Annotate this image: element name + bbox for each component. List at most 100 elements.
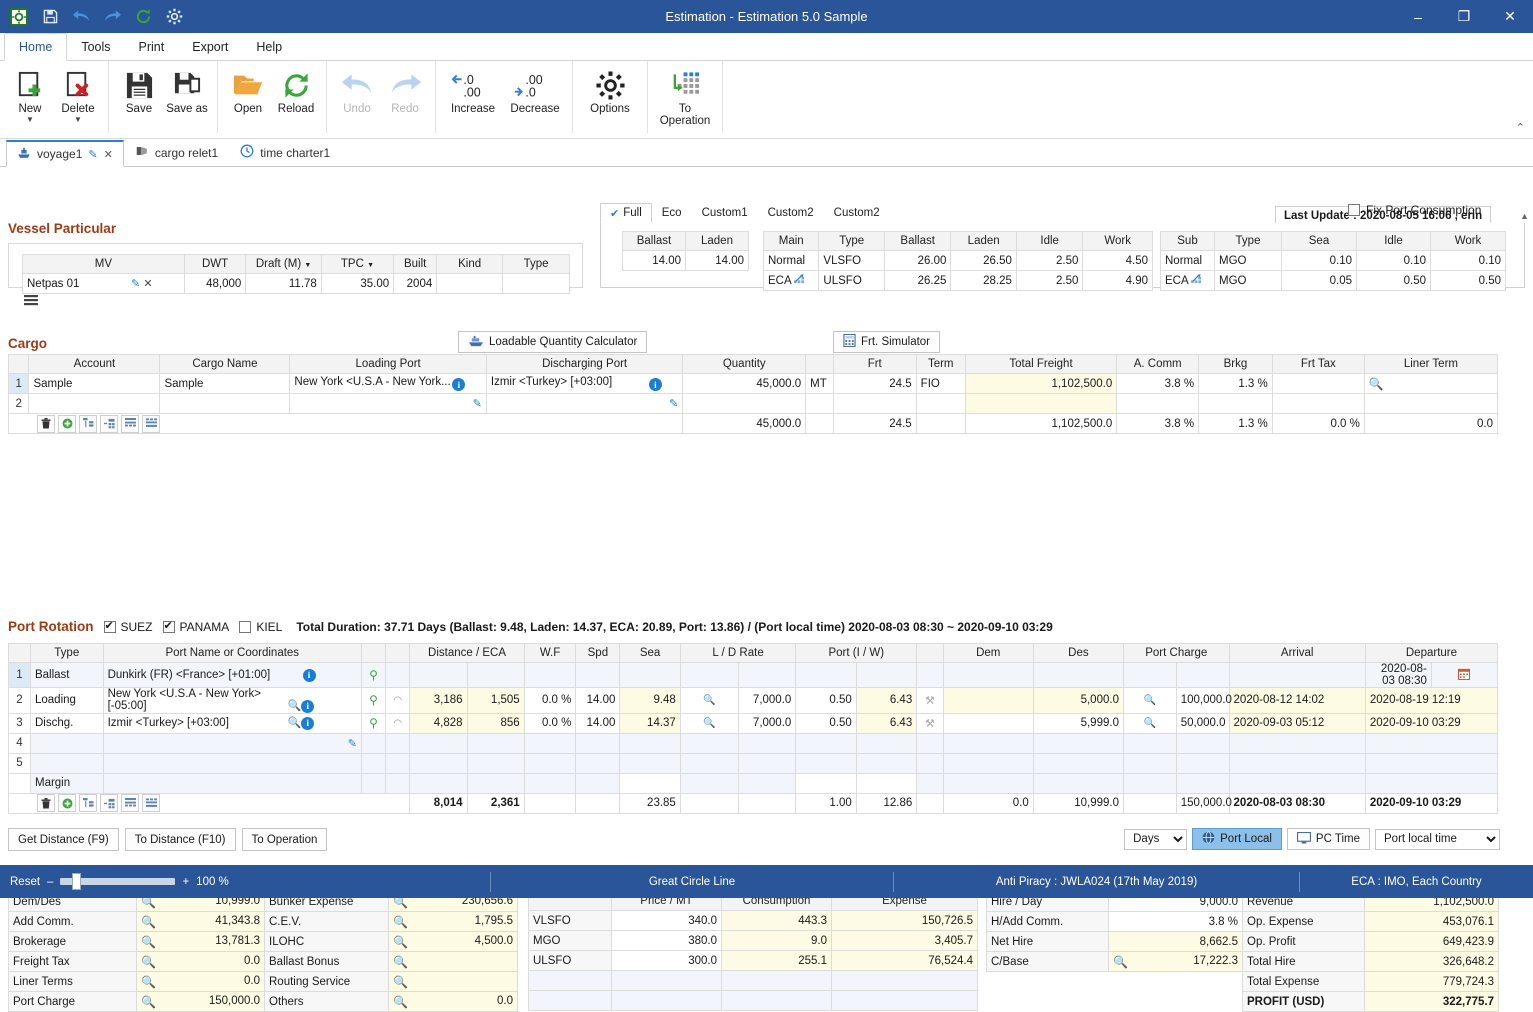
cell-discharging-port[interactable]: Izmir <Turkey> [+03:00] i xyxy=(485,373,684,394)
new-button[interactable]: New ▼ xyxy=(6,63,54,124)
cell-port-charge[interactable] xyxy=(1175,732,1230,754)
cell-pc-search[interactable] xyxy=(1122,662,1177,688)
cell-main-ballast[interactable]: 26.00 xyxy=(883,250,952,271)
map-pin-icon[interactable]: ⚲ xyxy=(369,668,378,682)
ribbon-collapse-icon[interactable]: ⌃ xyxy=(1516,121,1525,134)
minimize-button[interactable]: – xyxy=(1395,0,1441,33)
unit-select[interactable]: Days xyxy=(1124,828,1188,850)
cell-port-i[interactable] xyxy=(795,752,857,774)
cell-ld-search[interactable] xyxy=(679,732,739,754)
delete-row-icon[interactable] xyxy=(37,414,55,433)
cell-arrival[interactable] xyxy=(1228,732,1366,754)
crane-icon[interactable]: ⚒ xyxy=(925,695,935,707)
cell-distance[interactable] xyxy=(409,752,468,774)
reload-button[interactable]: Reload xyxy=(272,63,320,115)
cell-unit[interactable]: MT xyxy=(805,373,834,394)
cell-des[interactable] xyxy=(1032,662,1124,688)
cell-port-i[interactable]: 0.50 xyxy=(795,687,857,714)
col-draft[interactable]: Draft (M) ▼ xyxy=(245,254,322,274)
loadable-quantity-calculator-button[interactable]: Loadable Quantity Calculator xyxy=(458,331,648,353)
consumption-tab-eco[interactable]: Eco xyxy=(652,203,692,223)
cell-gauge[interactable]: ◠ xyxy=(385,712,411,734)
cell-port-name[interactable]: New York <U.S.A - New York> [-05:00] 🔍 i xyxy=(102,687,362,714)
app-logo-icon[interactable] xyxy=(9,7,29,27)
cell-port-w[interactable]: 6.43 xyxy=(855,712,918,734)
cell-a-comm[interactable]: 3.8 % xyxy=(1116,373,1200,394)
cell-wf[interactable] xyxy=(523,662,577,688)
cell-main-idle-eca[interactable]: 2.50 xyxy=(1015,270,1084,291)
info-icon[interactable]: i xyxy=(302,668,316,682)
undo-button[interactable]: Undo xyxy=(333,63,381,115)
insert-above-icon[interactable] xyxy=(121,794,139,812)
delete-caret-icon[interactable]: ▼ xyxy=(74,116,82,124)
value-h-add-comm[interactable]: 3.8 % xyxy=(1108,911,1243,932)
to-operation-button-lower[interactable]: To Operation xyxy=(241,828,328,851)
checkbox-box[interactable] xyxy=(1348,204,1360,216)
cell-price[interactable]: 340.0 xyxy=(611,910,722,931)
cell-pc-search[interactable]: 🔍 xyxy=(1122,687,1177,714)
cell-pc-search[interactable] xyxy=(1122,752,1177,774)
cell-sea[interactable] xyxy=(619,772,681,794)
delete-button[interactable]: Delete ▼ xyxy=(54,63,102,124)
search-icon[interactable]: 🔍 xyxy=(141,935,156,949)
get-distance-button[interactable]: Get Distance (F9) xyxy=(8,828,119,851)
cell-departure[interactable]: 2020-09-10 03:29 xyxy=(1364,712,1499,734)
time-reference-select[interactable]: Port local time xyxy=(1375,828,1500,850)
cell-consumption[interactable] xyxy=(721,970,832,991)
cell-expense[interactable] xyxy=(831,970,978,991)
edit-pencil-icon[interactable]: ✎ xyxy=(88,148,97,161)
search-icon[interactable]: 🔍 xyxy=(1144,695,1156,706)
add-row-icon[interactable] xyxy=(58,794,76,812)
cell-port-w[interactable] xyxy=(855,752,918,774)
map-pin-icon[interactable]: ⚲ xyxy=(369,693,378,707)
cell-sub-sea-eca[interactable]: 0.05 xyxy=(1281,270,1357,291)
frt-simulator-button[interactable]: Frt. Simulator xyxy=(833,331,941,353)
canal-kiel-checkbox[interactable]: KIEL xyxy=(239,620,282,634)
cell-consumption[interactable]: 9.0 xyxy=(721,930,832,951)
anti-piracy-label[interactable]: Anti Piracy : JWLA024 (17th May 2019) xyxy=(894,876,1299,888)
search-icon[interactable]: 🔍 xyxy=(141,955,156,969)
calendar-icon[interactable] xyxy=(1458,668,1471,683)
cell-speed-laden[interactable]: 14.00 xyxy=(685,250,749,271)
cell-sea[interactable]: 9.48 xyxy=(619,687,681,714)
close-icon[interactable]: ✕ xyxy=(104,148,113,161)
cell-eca[interactable] xyxy=(466,732,525,754)
cell-sea[interactable] xyxy=(619,662,681,688)
cell-dwt[interactable]: 48,000 xyxy=(183,273,247,294)
cell-sub-idle[interactable]: 0.10 xyxy=(1356,250,1431,271)
to-distance-button[interactable]: To Distance (F10) xyxy=(124,828,236,851)
insert-above-icon[interactable] xyxy=(121,414,139,433)
cell-brkg[interactable]: 1.3 % xyxy=(1198,373,1273,394)
cell-eca[interactable]: 856 xyxy=(466,712,525,734)
cell-ld-rate[interactable] xyxy=(737,662,797,688)
doc-tab-time-charter1[interactable]: time charter1 xyxy=(229,139,341,166)
cell-sub-type-eca[interactable]: MGO xyxy=(1214,270,1282,291)
value-ballast-bonus[interactable]: 🔍 xyxy=(388,951,518,972)
cell-total-freight[interactable]: 1,102,500.0 xyxy=(964,373,1118,394)
save-button[interactable]: Save xyxy=(115,63,163,115)
cell-eca[interactable]: 1,505 xyxy=(466,687,525,714)
cell-map-pin[interactable]: ⚲ xyxy=(360,687,387,714)
cell-port-w[interactable] xyxy=(855,772,918,794)
search-icon[interactable]: 🔍 xyxy=(1369,377,1384,391)
cell-main-work-eca[interactable]: 4.90 xyxy=(1082,270,1153,291)
cell-mv[interactable]: Netpas 01 ✎ ✕ xyxy=(22,273,185,294)
crane-icon[interactable]: ⚒ xyxy=(925,718,935,730)
info-icon[interactable]: i xyxy=(301,716,315,730)
cell-consumption[interactable]: 255.1 xyxy=(721,950,832,971)
zoom-out-icon[interactable]: – xyxy=(47,876,53,888)
table-row[interactable]: Liner Terms 🔍 0.0 Routing Service 🔍 xyxy=(8,971,518,992)
cell-spd[interactable] xyxy=(575,752,621,774)
chevron-down-icon[interactable]: ▼ xyxy=(367,262,374,269)
cell-price[interactable]: 380.0 xyxy=(611,930,722,951)
cell-price[interactable] xyxy=(611,970,722,991)
cell-rownum[interactable]: 4 xyxy=(8,732,31,754)
save-as-button[interactable]: Save as xyxy=(163,63,211,115)
insert-row-icon[interactable] xyxy=(79,414,97,433)
cell-type[interactable] xyxy=(29,732,104,754)
info-icon[interactable]: i xyxy=(301,699,315,713)
cell-departure[interactable] xyxy=(1364,752,1499,774)
cell-port-charge[interactable]: 50,000.0 xyxy=(1175,712,1230,734)
table-row[interactable]: H/Add Comm. 3.8 % Op. Expense 453,076.1 xyxy=(986,911,1499,932)
cell-des[interactable]: 5,999.0 xyxy=(1032,712,1124,734)
